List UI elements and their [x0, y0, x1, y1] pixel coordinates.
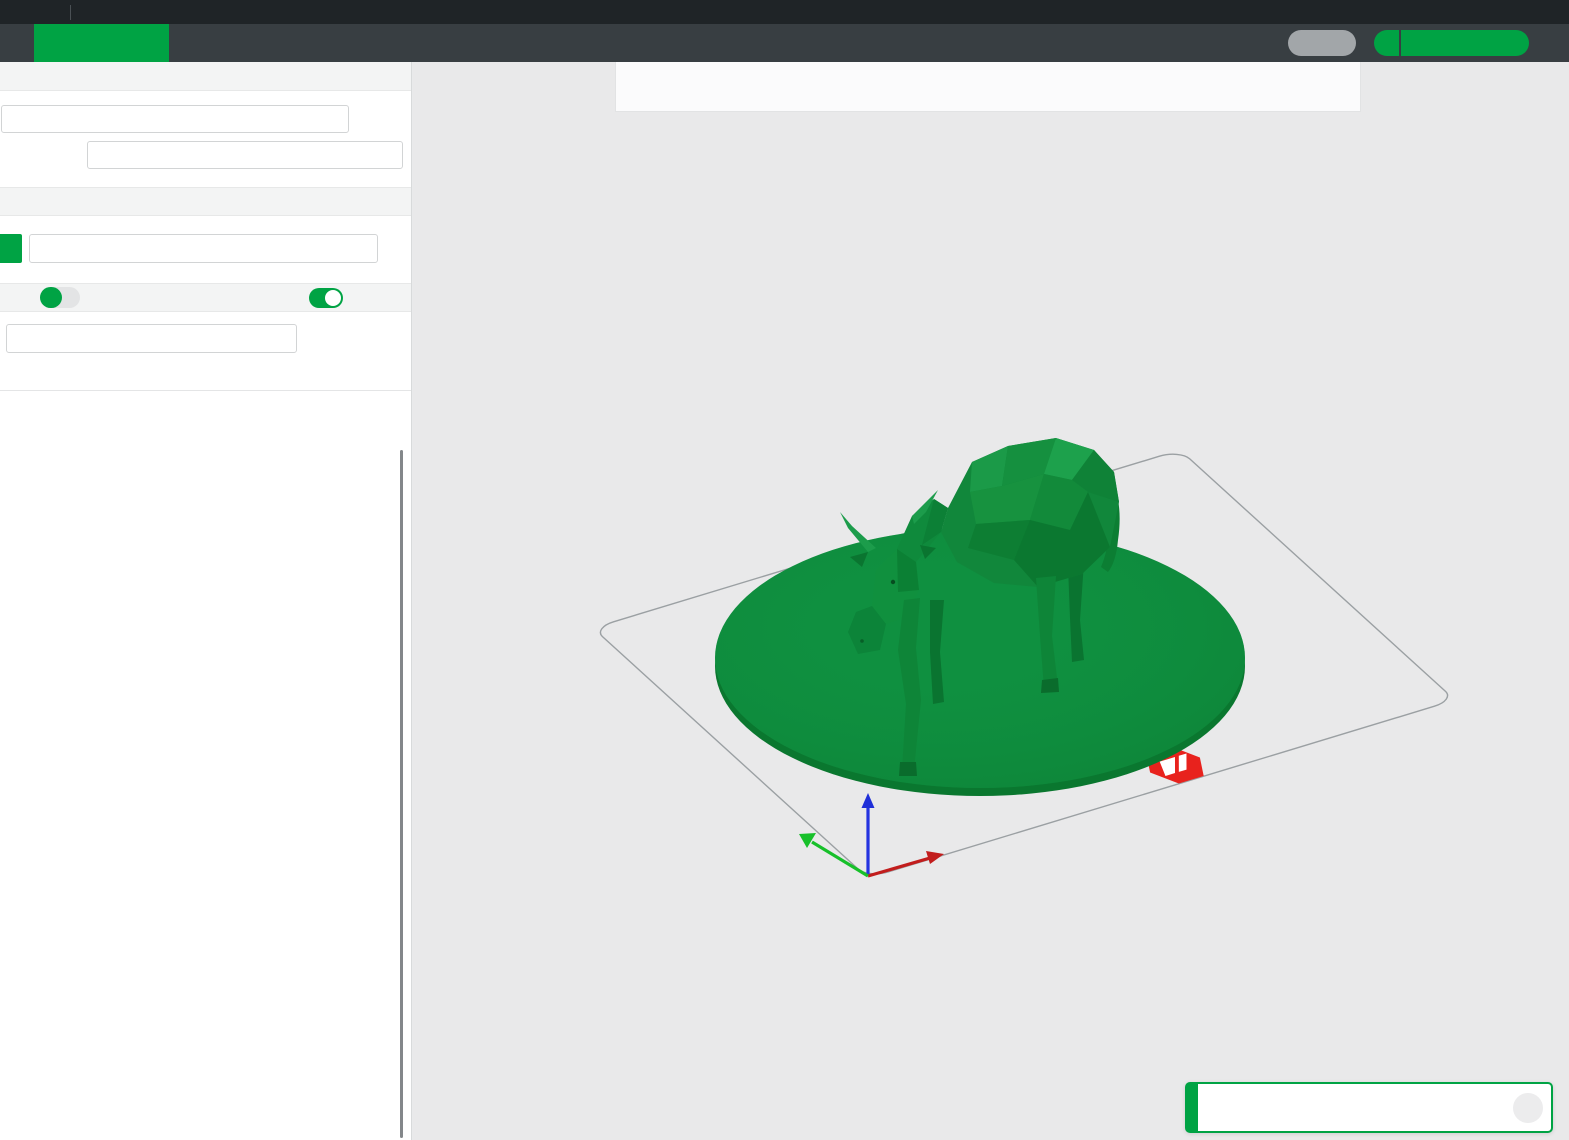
- app-menu-button[interactable]: [0, 0, 31, 24]
- viewport-3d[interactable]: [413, 62, 1569, 1140]
- bed-type-select[interactable]: [87, 141, 403, 169]
- slice-button: [1288, 30, 1356, 56]
- save-button[interactable]: [79, 0, 110, 24]
- home-button[interactable]: [0, 24, 34, 62]
- chevron-down-icon: [1380, 36, 1394, 50]
- gear-icon: [381, 67, 399, 85]
- pencil-icon: [385, 240, 403, 258]
- save-icon: [86, 4, 103, 21]
- parameter-list-button[interactable]: [352, 289, 370, 307]
- undo-button[interactable]: [110, 0, 141, 24]
- chevron-down-icon: [42, 6, 55, 19]
- tab-project[interactable]: [439, 24, 574, 62]
- delete-preset-button[interactable]: [359, 330, 377, 348]
- gear-icon: [381, 193, 399, 211]
- search-icon: [385, 330, 403, 348]
- process-preset-select[interactable]: [6, 324, 297, 353]
- save-icon: [333, 330, 351, 348]
- process-section-header: [0, 283, 411, 312]
- notification-toast: [1185, 1082, 1553, 1133]
- hamburger-icon: [7, 4, 24, 21]
- printer-connection-button[interactable]: [385, 110, 403, 128]
- close-button[interactable]: [1524, 0, 1569, 24]
- printer-settings-button[interactable]: [381, 67, 399, 85]
- layers-icon: [223, 34, 242, 53]
- close-icon: [1520, 1100, 1536, 1116]
- file-menu-dropdown[interactable]: [35, 0, 62, 24]
- edit-filament-button[interactable]: [385, 240, 403, 258]
- tab-prepare[interactable]: [34, 24, 169, 62]
- tab-device[interactable]: [304, 24, 439, 62]
- notification-close-button[interactable]: [1513, 1093, 1543, 1123]
- wifi-icon: [385, 110, 403, 128]
- send-to-print-button[interactable]: [1401, 30, 1529, 56]
- printer-section-header: [0, 62, 411, 91]
- save-preset-button[interactable]: [333, 330, 351, 348]
- plus-icon: [315, 193, 333, 211]
- remove-filament-button[interactable]: [348, 193, 366, 211]
- maximize-icon: [1493, 4, 1510, 21]
- redo-button[interactable]: [141, 0, 172, 24]
- process-layers-icon: [6, 289, 24, 307]
- title-bar: [0, 0, 1569, 24]
- device-icon: [358, 34, 377, 53]
- printer-icon: [6, 67, 24, 85]
- filament-select[interactable]: [29, 234, 378, 263]
- cube-icon: [88, 34, 107, 53]
- close-icon: [1538, 4, 1555, 21]
- add-filament-button[interactable]: [315, 193, 333, 211]
- reset-preset-button[interactable]: [307, 330, 325, 348]
- filament-slot-badge: [0, 234, 22, 263]
- home-icon: [7, 33, 27, 53]
- advanced-toggle[interactable]: [309, 288, 343, 308]
- filament-settings-button[interactable]: [381, 193, 399, 211]
- speed-settings-list: [0, 391, 411, 1140]
- parameter-tune-button[interactable]: [381, 289, 399, 307]
- minimize-icon: [1448, 4, 1465, 21]
- chevron-down-icon: [36, 242, 49, 255]
- reset-icon: [307, 330, 325, 348]
- scope-global-button[interactable]: [40, 287, 62, 308]
- process-tabs: [0, 353, 411, 391]
- minus-icon: [348, 193, 366, 211]
- search-settings-button[interactable]: [385, 330, 403, 348]
- checklist-icon: [352, 289, 370, 307]
- tab-preview[interactable]: [169, 24, 304, 62]
- chevron-down-icon: [94, 149, 107, 162]
- panel-scrollbar[interactable]: [400, 450, 403, 1138]
- maximize-button[interactable]: [1479, 0, 1524, 24]
- chevron-down-icon: [13, 332, 26, 345]
- filament-spool-icon: [6, 193, 24, 211]
- settings-panel: [0, 62, 412, 1140]
- close-icon: [359, 330, 377, 348]
- undo-icon: [117, 4, 134, 21]
- chevron-down-icon: [8, 113, 21, 126]
- tune-icon: [381, 289, 399, 307]
- main-nav: [0, 24, 1569, 62]
- minimize-button[interactable]: [1434, 0, 1479, 24]
- viewport-toolbar: [615, 62, 1361, 112]
- scene-3d: [413, 62, 1569, 1140]
- send-options-button[interactable]: [1374, 30, 1399, 56]
- redo-icon: [148, 4, 165, 21]
- document-icon: [493, 34, 512, 53]
- printer-select[interactable]: [1, 105, 349, 133]
- filament-section-header: [0, 187, 411, 216]
- edit-printer-button[interactable]: [358, 110, 376, 128]
- separator: [70, 5, 71, 20]
- pencil-icon: [358, 110, 376, 128]
- process-scope-switch: [40, 287, 80, 308]
